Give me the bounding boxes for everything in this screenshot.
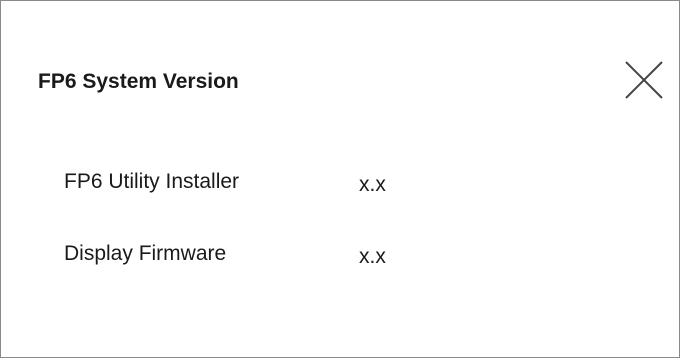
version-row-display-firmware: Display Firmware x.x <box>64 241 386 268</box>
dialog-title: FP6 System Version <box>38 70 239 93</box>
version-row-utility-installer: FP6 Utility Installer x.x <box>64 169 386 196</box>
version-label: Display Firmware <box>64 242 227 265</box>
system-version-dialog: FP6 System Version FP6 Utility Installer… <box>0 0 680 358</box>
close-icon <box>625 61 663 99</box>
close-button[interactable] <box>619 57 669 103</box>
version-value: x.x <box>359 245 386 268</box>
version-value: x.x <box>359 173 386 196</box>
version-label: FP6 Utility Installer <box>64 170 240 193</box>
